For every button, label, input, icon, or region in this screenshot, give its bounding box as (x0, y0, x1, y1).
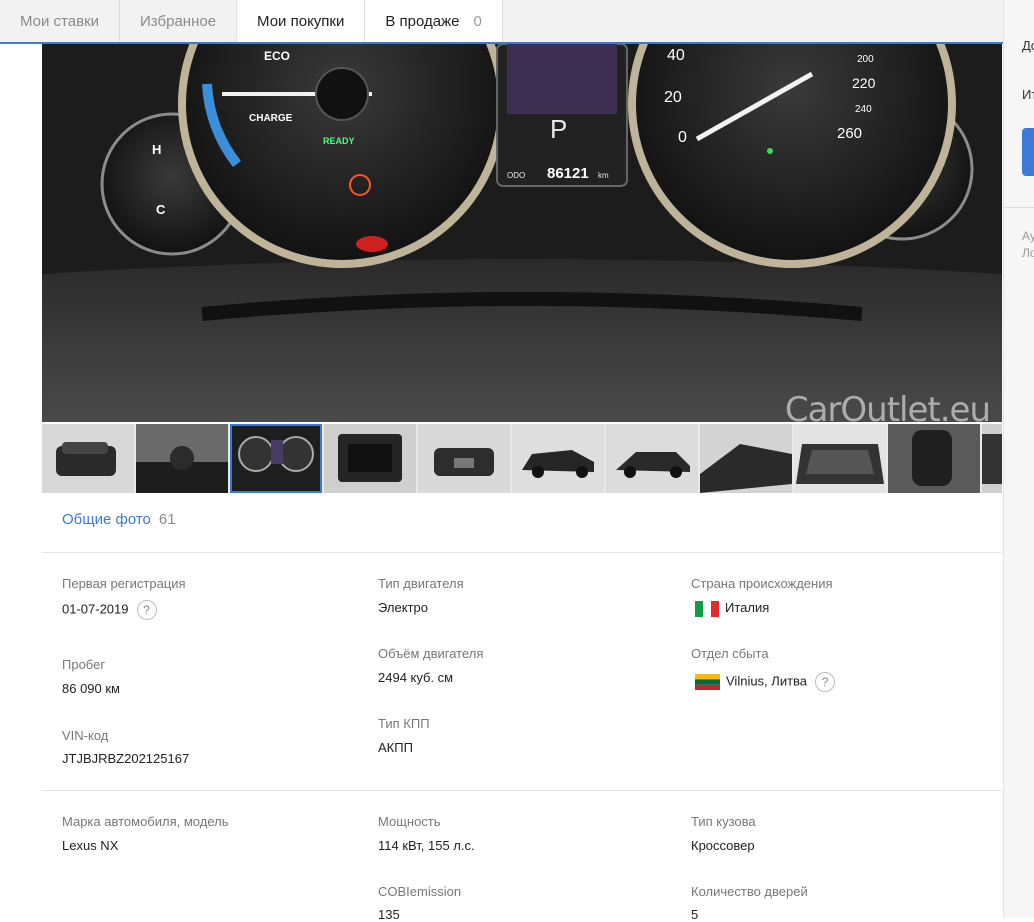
photos-count: 61 (158, 511, 176, 528)
temp-label: C (156, 202, 166, 217)
spec-label-gearbox: Тип КПП (378, 716, 430, 731)
spec-value-gearbox: АКПП (378, 740, 413, 755)
tab-label: В продаже (385, 12, 460, 30)
gear-indicator: P (550, 114, 567, 144)
spec-value-text: 01-07-2019 (62, 601, 129, 617)
speed-label: 260 (837, 125, 862, 142)
section-divider (42, 552, 1002, 553)
spec-label-engine-volume: Объём двигателя (378, 646, 484, 661)
help-icon[interactable]: ? (136, 600, 157, 620)
tab-favorites[interactable]: Избранное (120, 0, 238, 42)
spec-value-engine-volume: 2494 куб. см (378, 670, 454, 685)
tab-on-sale[interactable]: В продаже 0 (365, 0, 503, 42)
dash-label: CHARGE (249, 113, 293, 124)
speed-label: 20 (664, 89, 682, 106)
temp-label: H (152, 142, 161, 157)
thumbnail-rear-view[interactable] (42, 424, 134, 493)
thumbnail-more[interactable] (982, 424, 1002, 493)
spec-label-body-type: Тип кузова (691, 814, 756, 829)
speed-label: 0 (678, 129, 687, 146)
tab-label: Избранное (140, 12, 217, 30)
italy-flag-icon (695, 600, 719, 617)
spec-label-vin: VIN-код (62, 728, 109, 743)
odo-label: ODO (507, 171, 525, 180)
spec-value-doors: 5 (691, 907, 699, 922)
tab-label: Мои ставки (20, 12, 100, 30)
spec-value-mileage: 86 090 км (62, 681, 120, 696)
spec-label-power: Мощность (378, 814, 441, 829)
thumbnail-trunk[interactable] (324, 424, 416, 493)
speed-label: 200 (857, 54, 874, 65)
thumbnail-seat[interactable] (888, 424, 980, 493)
speed-label: 40 (667, 47, 685, 64)
spec-value-first-registration: 01-07-2019? (62, 600, 157, 620)
sidebar-text: Ит (1022, 87, 1034, 102)
sidebar-divider (1004, 207, 1034, 208)
ready-indicator: READY (323, 136, 355, 146)
spec-value-vin: JTJBJRBZ202125167 (62, 751, 190, 766)
tab-count: 0 (473, 12, 482, 30)
sidebar-action-button[interactable] (1022, 128, 1034, 176)
spec-value-engine-type: Электро (378, 600, 428, 615)
sidebar-text: Ау (1022, 229, 1034, 243)
thumbnail-roof[interactable] (700, 424, 792, 493)
spec-label-doors: Количество дверей (691, 884, 808, 899)
dashboard-photo: ECO CHARGE READY H C 40 20 0 200 220 240… (42, 44, 1002, 422)
spec-value-co2: 135 (378, 907, 400, 922)
spec-label-first-registration: Первая регистрация (62, 576, 186, 591)
thumbnail-front[interactable] (418, 424, 510, 493)
dash-label: ECO (264, 49, 290, 63)
spec-label-sales-dept: Отдел сбыта (691, 646, 769, 661)
section-divider (42, 790, 1002, 791)
spec-value-text: Vilnius, Литва (726, 673, 808, 689)
lithuania-flag-icon (695, 674, 720, 690)
spec-label-engine-type: Тип двигателя (378, 576, 464, 591)
spec-label-origin: Страна происхождения (691, 576, 833, 591)
spec-value-body-type: Кроссовер (691, 838, 755, 853)
spec-value-sales-dept: Vilnius, Литва? (695, 672, 836, 692)
spec-value-text: Италия (725, 600, 770, 615)
sidebar-text: Дс (1022, 38, 1034, 53)
odo-unit: km (598, 171, 609, 180)
spec-value-make-model: Lexus NX (62, 838, 119, 853)
main-photo[interactable]: ECO CHARGE READY H C 40 20 0 200 220 240… (42, 44, 1002, 422)
spec-value-power: 114 кВт, 155 л.с. (378, 838, 475, 853)
thumbnail-strip (42, 424, 1002, 493)
spec-label-mileage: Пробег (62, 657, 106, 672)
spec-value-origin: Италия (695, 600, 769, 617)
right-sidebar: Дс Ит Ау Ло (1003, 0, 1034, 918)
thumbnail-dashboard[interactable] (230, 424, 322, 493)
speed-label: 240 (855, 104, 872, 115)
spec-label-co2: COBIemission (378, 884, 462, 899)
top-tabs: Мои ставки Избранное Мои покупки В прода… (0, 0, 1004, 44)
speed-label: 220 (852, 75, 876, 91)
thumbnail-side[interactable] (512, 424, 604, 493)
tab-my-purchases[interactable]: Мои покупки (237, 0, 366, 42)
tab-label: Мои покупки (257, 12, 345, 30)
general-photos-link[interactable]: Общие фото 61 (62, 511, 176, 528)
spec-label-make-model: Марка автомобиля, модель (62, 814, 229, 829)
help-icon[interactable]: ? (815, 672, 836, 692)
odo-value: 86121 (547, 165, 589, 182)
photo-watermark: CarOutlet.eu (784, 390, 991, 422)
tab-my-bids[interactable]: Мои ставки (0, 0, 121, 42)
thumbnail-interior[interactable] (136, 424, 228, 493)
sidebar-text: Ло (1022, 246, 1034, 260)
thumbnail-side-2[interactable] (606, 424, 698, 493)
thumbnail-windshield[interactable] (794, 424, 886, 493)
photos-link-label: Общие фото (62, 511, 151, 528)
